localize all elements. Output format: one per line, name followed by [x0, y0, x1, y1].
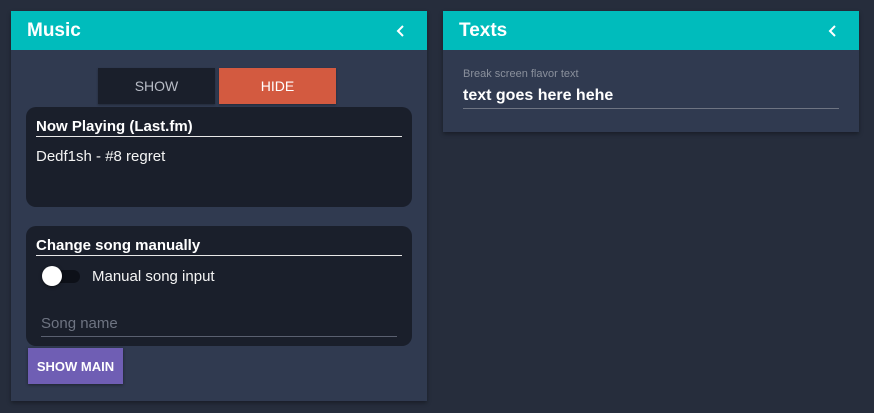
manual-song-label: Manual song input — [92, 267, 215, 285]
hide-button[interactable]: HIDE — [219, 68, 336, 104]
music-panel: Music SHOW HIDE Now Playing (Last.fm) De… — [11, 11, 427, 401]
show-button[interactable]: SHOW — [98, 68, 215, 104]
manual-song-toggle[interactable] — [42, 266, 80, 286]
now-playing-card: Now Playing (Last.fm) Dedf1sh - #8 regre… — [26, 107, 412, 207]
show-main-button[interactable]: SHOW MAIN — [28, 348, 123, 384]
chevron-left-icon[interactable] — [391, 21, 411, 41]
music-panel-title: Music — [27, 19, 81, 41]
change-song-card: Change song manually Manual song input — [26, 226, 412, 346]
now-playing-song: Dedf1sh - #8 regret — [36, 148, 166, 165]
music-panel-header[interactable]: Music — [11, 11, 427, 50]
toggle-knob — [42, 266, 62, 286]
texts-panel-header[interactable]: Texts — [443, 11, 859, 50]
song-name-input[interactable] — [41, 311, 397, 337]
visibility-toggle-group: SHOW HIDE — [98, 68, 336, 104]
texts-panel-title: Texts — [459, 19, 508, 41]
change-song-title: Change song manually — [36, 237, 402, 256]
texts-panel: Texts Break screen flavor text — [443, 11, 859, 132]
manual-song-switch-row[interactable]: Manual song input — [42, 266, 215, 286]
flavor-text-input[interactable] — [463, 84, 839, 109]
chevron-left-icon[interactable] — [823, 21, 843, 41]
flavor-text-label: Break screen flavor text — [463, 68, 579, 80]
now-playing-title: Now Playing (Last.fm) — [36, 118, 402, 137]
